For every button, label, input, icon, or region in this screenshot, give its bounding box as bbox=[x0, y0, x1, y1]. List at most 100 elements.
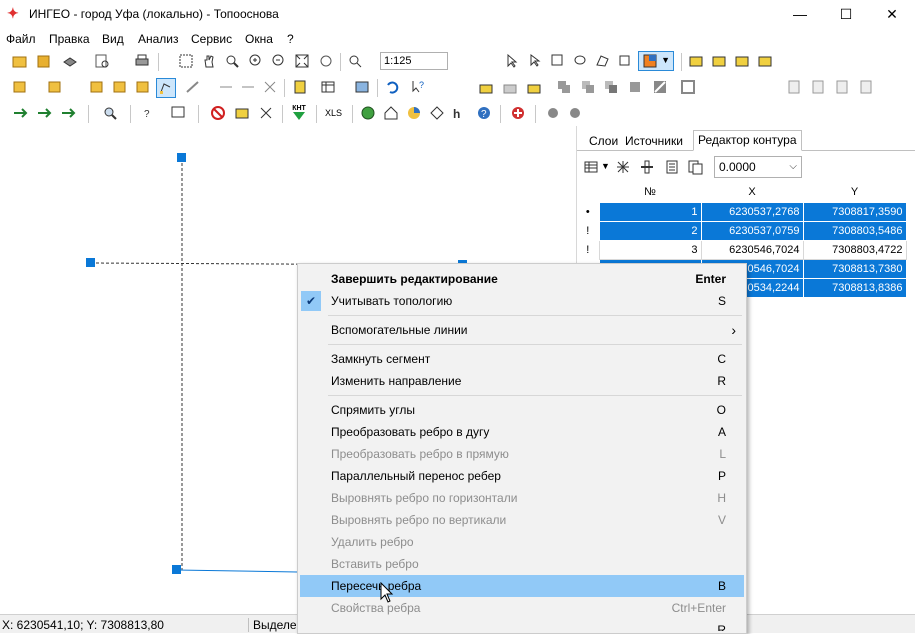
edit-tool-2-icon[interactable] bbox=[502, 79, 518, 95]
chevron-down-icon[interactable]: ▼ bbox=[601, 161, 610, 171]
menu-analysis[interactable]: Анализ bbox=[138, 32, 179, 46]
doc-4-icon[interactable] bbox=[858, 79, 874, 95]
close-button[interactable]: ✕ bbox=[869, 0, 915, 28]
copy-coords-icon[interactable] bbox=[687, 159, 703, 175]
cell-number[interactable]: 3 bbox=[598, 240, 702, 260]
open-folder-icon[interactable] bbox=[12, 53, 28, 69]
zoom-in-icon[interactable] bbox=[248, 53, 264, 69]
tolerance-select[interactable]: 0.0000 ⌵ bbox=[714, 156, 802, 178]
pan-hand-icon[interactable] bbox=[201, 53, 217, 69]
node-tool-1-icon[interactable] bbox=[688, 53, 704, 69]
menu-item-reverse-direction[interactable]: Изменить направление R bbox=[300, 370, 744, 392]
xls-export-button[interactable]: XLS bbox=[325, 108, 342, 118]
home-icon[interactable] bbox=[383, 105, 399, 121]
draw-line-icon[interactable] bbox=[185, 79, 201, 95]
zoom-window-icon[interactable] bbox=[224, 53, 240, 69]
save-icon[interactable] bbox=[36, 53, 52, 69]
cell-y[interactable]: 7308817,3590 bbox=[802, 202, 907, 222]
slash-icon[interactable] bbox=[652, 79, 668, 95]
arrow-tool-2-icon[interactable] bbox=[36, 105, 52, 121]
menu-windows[interactable]: Окна bbox=[245, 32, 273, 46]
menu-item-finish-editing[interactable]: Завершить редактирование Enter bbox=[300, 268, 744, 290]
xor-icon[interactable] bbox=[627, 79, 643, 95]
column-header-x[interactable]: X bbox=[701, 182, 803, 203]
menu-item-parallel-shift[interactable]: Параллельный перенос ребер P bbox=[300, 465, 744, 487]
menu-edit[interactable]: Правка bbox=[49, 32, 90, 46]
cut-icon[interactable] bbox=[262, 79, 278, 95]
table-icon[interactable] bbox=[320, 79, 336, 95]
menu-item-intersect-edges[interactable]: Пересечь ребра B bbox=[300, 575, 744, 597]
select-object-icon[interactable] bbox=[617, 53, 633, 69]
select-area-icon[interactable] bbox=[178, 53, 194, 69]
no-entry-icon[interactable] bbox=[210, 105, 226, 121]
print-icon[interactable] bbox=[134, 53, 150, 69]
query-icon[interactable]: ? bbox=[142, 105, 158, 121]
diamond-icon[interactable] bbox=[429, 105, 445, 121]
yellow-tool-icon[interactable] bbox=[234, 105, 250, 121]
node-tool-3-icon[interactable] bbox=[734, 53, 750, 69]
help-pointer-icon[interactable]: ? bbox=[410, 79, 426, 95]
menu-item-edge-to-arc[interactable]: Преобразовать ребро в дугу A bbox=[300, 421, 744, 443]
cell-x[interactable]: 6230537,2768 bbox=[700, 202, 804, 222]
cell-x[interactable]: 6230546,7024 bbox=[700, 240, 804, 260]
doc-3-icon[interactable] bbox=[834, 79, 850, 95]
preview-icon[interactable] bbox=[94, 53, 110, 69]
red-cross-icon[interactable] bbox=[510, 105, 526, 121]
edit-tool-1-icon[interactable] bbox=[478, 79, 494, 95]
cell-y[interactable]: 7308803,5486 bbox=[802, 221, 907, 241]
menu-file[interactable]: Файл bbox=[6, 32, 36, 46]
subtract-icon[interactable] bbox=[603, 79, 619, 95]
refresh-icon[interactable] bbox=[318, 53, 334, 69]
join-icon[interactable] bbox=[240, 79, 256, 95]
cell-y[interactable]: 7308813,7380 bbox=[802, 259, 907, 279]
node-tool-4-icon[interactable] bbox=[757, 53, 773, 69]
pointer-icon[interactable] bbox=[504, 53, 520, 69]
plugin-2-icon[interactable] bbox=[567, 105, 583, 121]
cell-x[interactable]: 6230537,0759 bbox=[700, 221, 804, 241]
report-icon[interactable] bbox=[170, 105, 186, 121]
pointer-plus-icon[interactable] bbox=[528, 53, 544, 69]
table-row[interactable]: ! 2 6230537,0759 7308803,5486 bbox=[577, 221, 907, 241]
arrow-tool-1-icon[interactable] bbox=[12, 105, 28, 121]
edit-tool-3-icon[interactable] bbox=[526, 79, 542, 95]
cell-number[interactable]: 2 bbox=[598, 221, 702, 241]
menu-item-helper-lines[interactable]: Вспомогательные линии › bbox=[300, 319, 744, 341]
cell-number[interactable]: 1 bbox=[598, 202, 702, 222]
menu-item-close-segment[interactable]: Замкнуть сегмент C bbox=[300, 348, 744, 370]
node-tool-2-icon[interactable] bbox=[711, 53, 727, 69]
map-link-icon[interactable] bbox=[354, 79, 370, 95]
scale-icon[interactable] bbox=[347, 53, 363, 69]
vertex-handle[interactable] bbox=[86, 258, 95, 267]
table-view-icon[interactable] bbox=[583, 159, 599, 175]
menu-item-straighten-corners[interactable]: Спрямить углы O bbox=[300, 399, 744, 421]
menu-help[interactable]: ? bbox=[287, 32, 294, 46]
contour-mode-button[interactable] bbox=[156, 78, 176, 98]
table-row[interactable]: ! 3 6230546,7024 7308803,4722 bbox=[577, 240, 907, 260]
insert-vertex-icon[interactable] bbox=[639, 159, 655, 175]
arrow-tool-3-icon[interactable] bbox=[60, 105, 76, 121]
vertex-handle[interactable] bbox=[177, 153, 186, 162]
frame-icon[interactable] bbox=[680, 79, 696, 95]
vertex-handle[interactable] bbox=[172, 565, 181, 574]
new-object-icon[interactable] bbox=[12, 79, 28, 95]
height-icon[interactable]: h bbox=[452, 105, 468, 121]
edit-contour-button[interactable]: ▼ bbox=[638, 51, 674, 71]
pie-icon[interactable] bbox=[406, 105, 422, 121]
cell-y[interactable]: 7308803,4722 bbox=[802, 240, 907, 260]
doc-1-icon[interactable] bbox=[786, 79, 802, 95]
zoom-extent-icon[interactable] bbox=[294, 53, 310, 69]
select-lasso-icon[interactable] bbox=[572, 53, 588, 69]
semantic-icon[interactable] bbox=[292, 79, 308, 95]
select-poly-icon[interactable] bbox=[595, 53, 611, 69]
menu-view[interactable]: Вид bbox=[102, 32, 124, 46]
doc-2-icon[interactable] bbox=[810, 79, 826, 95]
document-icon[interactable] bbox=[664, 159, 680, 175]
select-rect-icon[interactable] bbox=[550, 53, 566, 69]
cell-y[interactable]: 7308813,8386 bbox=[802, 278, 907, 298]
union-icon[interactable] bbox=[556, 79, 572, 95]
intersect-icon[interactable] bbox=[580, 79, 596, 95]
scale-input[interactable]: 1:125 bbox=[380, 52, 448, 70]
undo-icon[interactable] bbox=[384, 79, 400, 95]
globe-icon[interactable] bbox=[360, 105, 376, 121]
cross-tool-icon[interactable] bbox=[258, 105, 274, 121]
